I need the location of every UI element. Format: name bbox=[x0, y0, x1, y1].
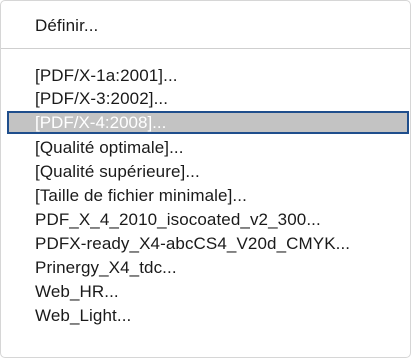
menu-item-prinergy-x4-tdc[interactable]: Prinergy_X4_tdc... bbox=[35, 257, 410, 278]
menu-item-web-hr[interactable]: Web_HR... bbox=[35, 281, 410, 302]
menu-item-define[interactable]: Définir... bbox=[35, 15, 410, 36]
menu-item-pdf-x-4-2008-selected[interactable]: [PDF/X-4:2008]... bbox=[7, 111, 409, 134]
menu-item-qualite-superieure[interactable]: [Qualité supérieure]... bbox=[35, 161, 410, 182]
menu-separator bbox=[1, 48, 410, 49]
menu-item-qualite-optimale[interactable]: [Qualité optimale]... bbox=[35, 137, 410, 158]
menu-item-pdf-x-4-2010-isocoated[interactable]: PDF_X_4_2010_isocoated_v2_300... bbox=[35, 209, 410, 230]
pdf-preset-dropdown-menu: Définir... [PDF/X-1a:2001]... [PDF/X-3:2… bbox=[0, 0, 411, 358]
menu-item-web-light[interactable]: Web_Light... bbox=[35, 305, 410, 326]
menu-item-selected-label: [PDF/X-4:2008]... bbox=[35, 113, 167, 132]
menu-item-pdf-x-3-2002[interactable]: [PDF/X-3:2002]... bbox=[35, 88, 410, 109]
menu-item-pdf-x-1a-2001[interactable]: [PDF/X-1a:2001]... bbox=[35, 65, 410, 86]
menu-item-taille-fichier-minimale[interactable]: [Taille de fichier minimale]... bbox=[35, 185, 410, 206]
menu-item-pdfx-ready-x4[interactable]: PDFX-ready_X4-abcCS4_V20d_CMYK... bbox=[35, 233, 410, 254]
